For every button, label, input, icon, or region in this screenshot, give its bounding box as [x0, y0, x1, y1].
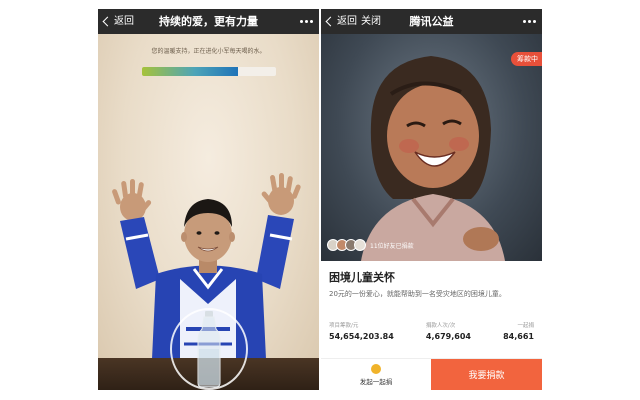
nav-bar: 返回 关闭 腾讯公益	[321, 9, 542, 34]
more-dots-icon[interactable]	[300, 9, 313, 34]
progress-fill	[142, 67, 239, 76]
bottom-action-bar: 发起一起捐 我要捐款	[321, 358, 542, 390]
chevron-left-icon	[102, 16, 113, 27]
stat-label: 一起捐	[517, 323, 534, 329]
left-phone-screen: 返回 持续的爱，更有力量 您的温暖支持，正在进化小军每天喝的水。	[98, 9, 319, 390]
back-label: 返回	[114, 16, 134, 27]
nav-bar: 返回 持续的爱，更有力量	[98, 9, 319, 34]
project-description: 20元的一份爱心，就能帮助到一名受灾地区的困境儿童。	[329, 290, 506, 298]
avatar	[354, 239, 366, 251]
girl-portrait	[361, 56, 505, 261]
start-team-donation-button[interactable]: 发起一起捐	[321, 359, 431, 390]
back-button[interactable]: 返回	[325, 9, 357, 34]
friends-donated-row[interactable]: 11位好友已捐款	[327, 239, 414, 251]
project-info: 困境儿童关怀 20元的一份爱心，就能帮助到一名受灾地区的困境儿童。 项目筹款/元…	[321, 261, 542, 361]
stat-donors: 捐款人次/次 4,679,604	[426, 321, 471, 341]
stat-value: 54,654,203.84	[329, 332, 394, 341]
stat-team-donations: 一起捐 84,661	[503, 321, 534, 341]
hero-photo: 筹款中 11位好友已捐款	[321, 34, 542, 261]
stat-label: 项目筹款/元	[329, 323, 359, 329]
stat-value: 4,679,604	[425, 332, 471, 341]
friends-donated-text: 11位好友已捐款	[370, 242, 414, 250]
chevron-left-icon	[325, 16, 336, 27]
progress-caption: 您的温暖支持，正在进化小军每天喝的水。	[151, 48, 266, 55]
campaign-scene: 您的温暖支持，正在进化小军每天喝的水。	[98, 34, 319, 390]
right-phone-screen: 返回 关闭 腾讯公益 筹款中 11位好友已捐款 困境儿童关怀 20元的一份爱心，…	[321, 9, 542, 390]
progress-bar	[142, 67, 276, 76]
team-donation-label: 发起一起捐	[359, 377, 393, 386]
stat-raised: 项目筹款/元 54,654,203.84	[329, 321, 394, 341]
status-badge: 筹款中	[511, 52, 542, 66]
stat-value: 84,661	[503, 332, 534, 341]
donate-button[interactable]: 我要捐款	[431, 359, 542, 390]
more-dots-icon[interactable]	[523, 9, 536, 34]
stat-label: 捐款人次/次	[425, 323, 456, 329]
highlight-ring	[170, 308, 248, 390]
project-stats: 项目筹款/元 54,654,203.84 捐款人次/次 4,679,604 一起…	[329, 321, 534, 341]
back-label: 返回	[337, 16, 357, 27]
back-button[interactable]: 返回	[102, 9, 134, 34]
close-button[interactable]: 关闭	[361, 9, 381, 34]
team-donate-icon	[371, 363, 381, 374]
project-title: 困境儿童关怀	[329, 271, 395, 284]
